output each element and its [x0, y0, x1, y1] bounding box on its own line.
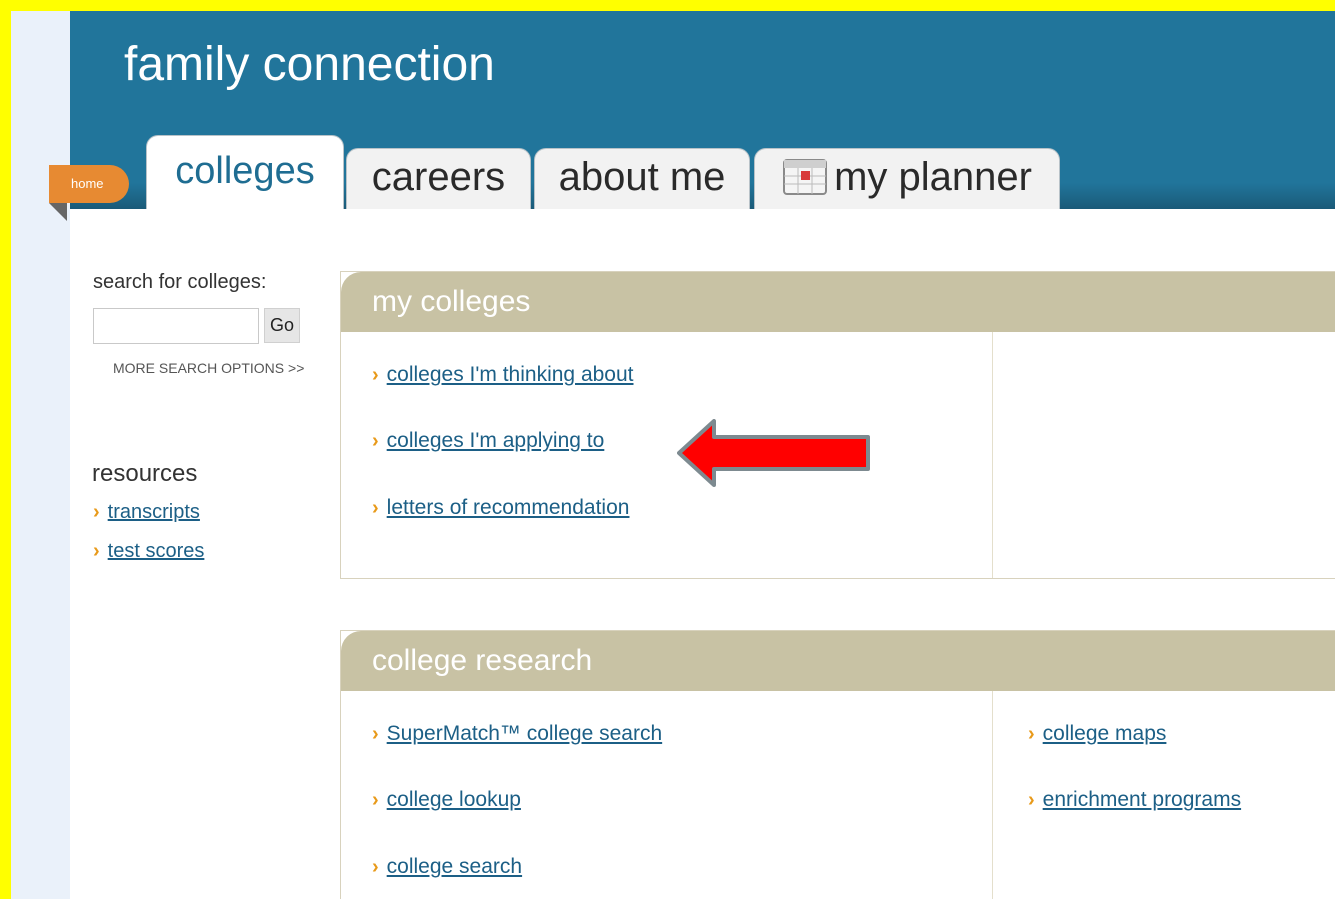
- college-search-input[interactable]: [93, 308, 259, 344]
- link-colleges-thinking-about[interactable]: › colleges I'm thinking about: [372, 363, 634, 387]
- tab-about-me[interactable]: about me: [534, 148, 750, 209]
- college-research-title: college research: [341, 631, 1335, 691]
- chevron-right-icon: ›: [372, 497, 379, 519]
- panel-divider: [992, 332, 993, 578]
- more-search-options-link[interactable]: MORE SEARCH OPTIONS >>: [113, 360, 304, 376]
- tab-careers-label: careers: [371, 155, 506, 199]
- link-college-maps[interactable]: › college maps: [1028, 722, 1166, 746]
- resource-link-transcripts[interactable]: › transcripts: [93, 501, 200, 524]
- chevron-right-icon: ›: [1028, 723, 1035, 745]
- tab-colleges[interactable]: colleges: [146, 135, 344, 209]
- link-enrichment-programs[interactable]: › enrichment programs: [1028, 788, 1241, 812]
- home-tab[interactable]: home: [49, 165, 129, 203]
- search-label: search for colleges:: [93, 271, 267, 293]
- site-title: family connection: [124, 38, 495, 91]
- tab-colleges-label: colleges: [175, 150, 315, 192]
- tab-my-planner-label: my planner: [834, 155, 1032, 199]
- tab-about-me-label: about me: [558, 155, 726, 199]
- tab-my-planner[interactable]: my planner: [754, 148, 1060, 209]
- chevron-right-icon: ›: [372, 430, 379, 452]
- chevron-right-icon: ›: [372, 723, 379, 745]
- chevron-right-icon: ›: [93, 501, 100, 523]
- calendar-icon: [782, 156, 828, 196]
- left-margin: [11, 11, 70, 899]
- go-button[interactable]: Go: [264, 308, 300, 343]
- link-college-lookup[interactable]: › college lookup: [372, 788, 521, 812]
- chevron-right-icon: ›: [1028, 789, 1035, 811]
- red-arrow-icon: [677, 419, 870, 487]
- chevron-right-icon: ›: [372, 789, 379, 811]
- chevron-right-icon: ›: [372, 856, 379, 878]
- chevron-right-icon: ›: [372, 364, 379, 386]
- link-letters-of-recommendation[interactable]: › letters of recommendation: [372, 496, 629, 520]
- tab-careers[interactable]: careers: [346, 148, 531, 209]
- link-college-search[interactable]: › college search: [372, 855, 522, 879]
- link-supermatch-college-search[interactable]: › SuperMatch™ college search: [372, 722, 662, 746]
- resource-link-test-scores[interactable]: › test scores: [93, 540, 204, 563]
- link-colleges-applying-to[interactable]: › colleges I'm applying to: [372, 429, 604, 453]
- chevron-right-icon: ›: [93, 540, 100, 562]
- home-tab-fold: [49, 203, 67, 221]
- my-colleges-title: my colleges: [341, 272, 1335, 332]
- app-frame: family connection home colleges careers …: [11, 11, 1335, 899]
- panel-divider: [992, 691, 993, 899]
- resources-heading: resources: [92, 460, 198, 487]
- college-research-panel: college research › SuperMatch™ college se…: [340, 630, 1335, 899]
